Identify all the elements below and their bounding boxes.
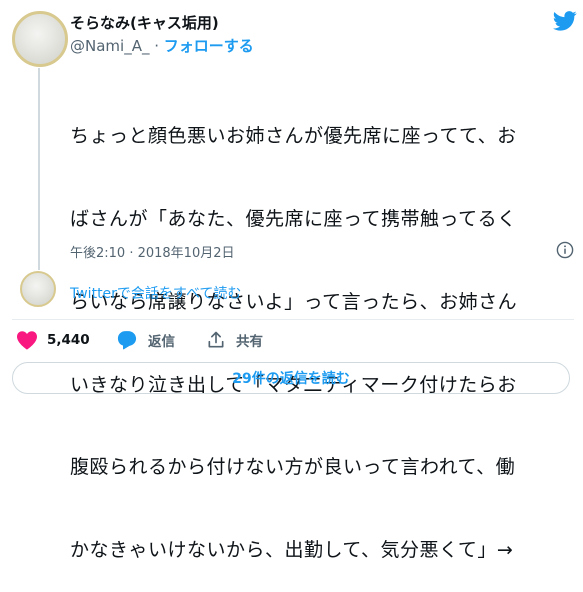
separator-dot: ·	[154, 37, 160, 55]
avatar[interactable]	[12, 11, 68, 67]
share-label: 共有	[236, 334, 263, 350]
divider	[12, 319, 574, 320]
info-icon[interactable]	[556, 241, 574, 259]
share-icon	[208, 331, 224, 348]
handle-row: @Nami_A_ · フォローする	[70, 35, 254, 56]
read-replies-button[interactable]: 29件の返信を読む	[12, 362, 570, 394]
tweet-text-line: かなきゃいけないから、出勤して、気分悪くて」→	[70, 539, 514, 562]
display-name[interactable]: そらなみ(キャス垢用)	[70, 12, 219, 33]
speech-bubble-icon	[117, 331, 137, 350]
reply-label: 返信	[148, 334, 175, 350]
thread-connector-line	[38, 68, 40, 270]
follow-button[interactable]: フォローする	[164, 37, 254, 55]
user-handle[interactable]: @Nami_A_	[70, 37, 149, 55]
like-button[interactable]: 5,440	[16, 330, 90, 350]
tweet-text-line: ばさんが「あなた、優先席に座って携帯触ってるく	[70, 207, 517, 230]
like-count: 5,440	[47, 332, 90, 348]
thread-avatar[interactable]	[20, 271, 56, 307]
tweet-timestamp[interactable]: 午後2:10 · 2018年10月2日	[70, 242, 235, 261]
tweet-text-line: 腹殴られるから付けない方が良いって言われて、働	[70, 456, 516, 479]
twitter-bird-icon[interactable]	[553, 11, 577, 31]
share-button[interactable]: 共有	[206, 330, 263, 350]
reply-button[interactable]: 返信	[116, 330, 175, 350]
tweet-text-line: ちょっと顔色悪いお姉さんが優先席に座ってて、お	[70, 125, 517, 148]
read-full-conversation-link[interactable]: Twitterで会話をすべて読む	[70, 283, 241, 303]
heart-icon	[17, 331, 37, 350]
